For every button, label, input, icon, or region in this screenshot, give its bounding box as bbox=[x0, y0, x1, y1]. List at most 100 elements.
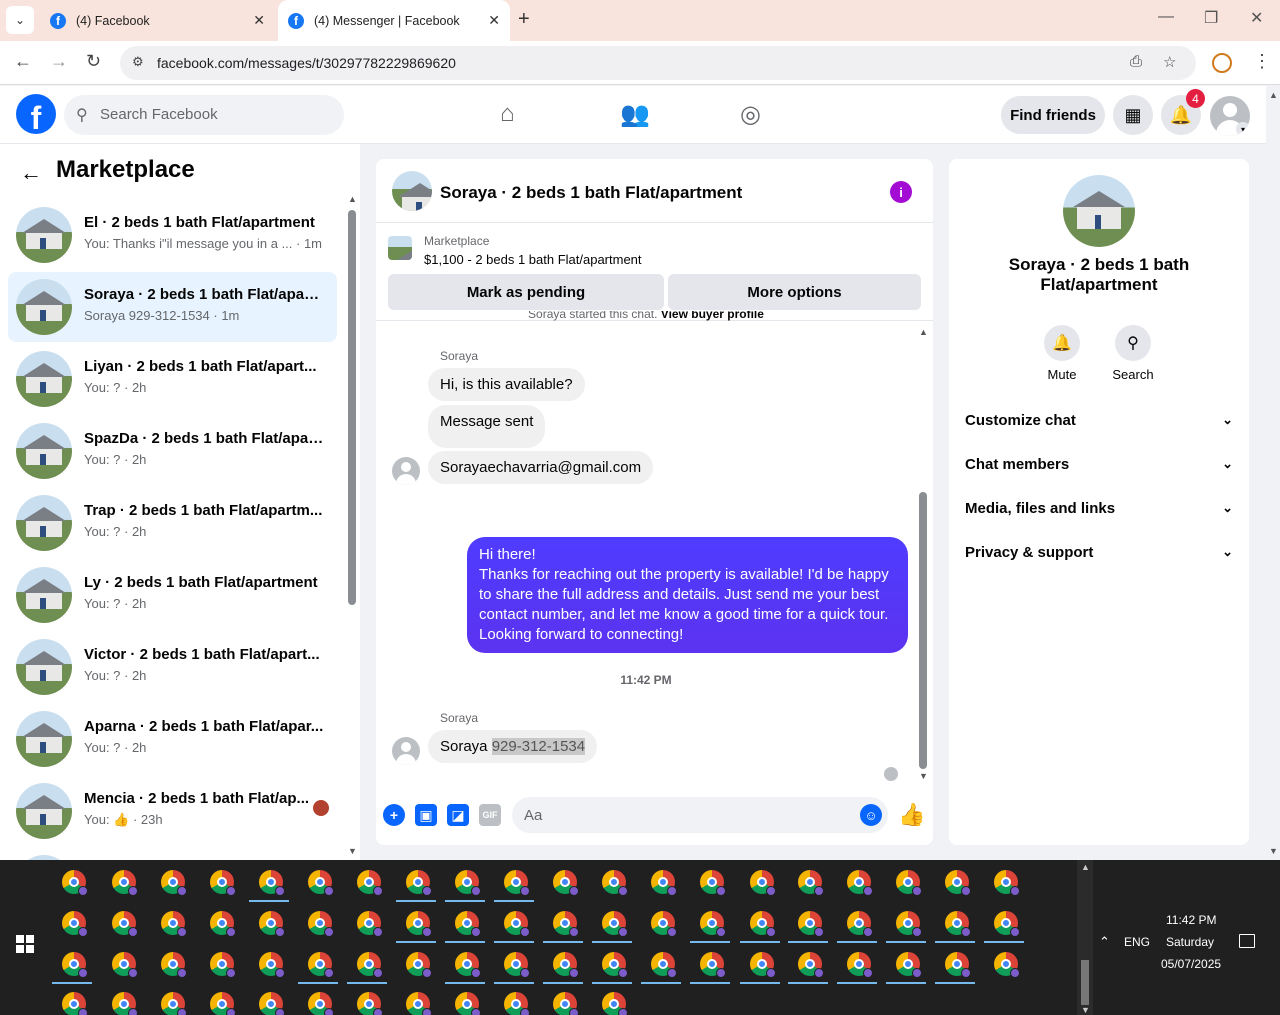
chrome-taskbar-icon[interactable] bbox=[259, 870, 285, 896]
chrome-taskbar-icon[interactable] bbox=[798, 870, 824, 896]
chrome-taskbar-icon[interactable] bbox=[210, 952, 236, 978]
chrome-taskbar-icon[interactable] bbox=[112, 992, 138, 1015]
chrome-taskbar-icon[interactable] bbox=[406, 952, 432, 978]
chrome-taskbar-icon[interactable] bbox=[210, 992, 236, 1015]
chrome-taskbar-icon[interactable] bbox=[651, 911, 677, 937]
conversation-item[interactable]: Ly · 2 beds 1 bath Flat/apartment You: ? … bbox=[8, 560, 337, 630]
chrome-taskbar-icon[interactable] bbox=[945, 952, 971, 978]
chrome-taskbar-icon[interactable] bbox=[357, 952, 383, 978]
chrome-taskbar-icon[interactable] bbox=[847, 911, 873, 937]
browser-tab-facebook[interactable]: f (4) Facebook ✕ bbox=[40, 0, 275, 41]
language-indicator[interactable]: ENG bbox=[1124, 935, 1150, 949]
chrome-taskbar-icon[interactable] bbox=[750, 870, 776, 896]
conversation-list-scrollbar[interactable]: ▲ ▼ bbox=[348, 194, 357, 856]
bookmark-star-icon[interactable]: ☆ bbox=[1163, 53, 1176, 71]
chrome-taskbar-icon[interactable] bbox=[308, 992, 334, 1015]
chrome-taskbar-icon[interactable] bbox=[504, 870, 530, 896]
close-window-icon[interactable]: ✕ bbox=[1250, 8, 1263, 28]
chrome-taskbar-icon[interactable] bbox=[210, 870, 236, 896]
conversation-item[interactable]: Aparna · 2 beds 1 bath Flat/apar... You: … bbox=[8, 704, 337, 774]
outgoing-message[interactable]: Hi there! Thanks for reaching out the pr… bbox=[467, 537, 908, 653]
account-avatar[interactable]: ▾ bbox=[1210, 96, 1250, 136]
clock-date[interactable]: 05/07/2025 bbox=[1161, 957, 1221, 971]
chrome-taskbar-icon[interactable] bbox=[504, 952, 530, 978]
forward-icon[interactable]: → bbox=[50, 51, 68, 72]
mute-button[interactable]: 🔔 Mute bbox=[1032, 325, 1092, 382]
customize-chat-section[interactable]: Customize chat ⌄ bbox=[965, 412, 1233, 436]
search-placeholder[interactable]: Search Facebook bbox=[100, 106, 218, 123]
restore-icon[interactable]: ❐ bbox=[1204, 8, 1218, 28]
chrome-taskbar-icon[interactable] bbox=[259, 952, 285, 978]
conversation-item[interactable]: El · 2 beds 1 bath Flat/apartment You: Th… bbox=[8, 200, 337, 270]
browser-menu-icon[interactable]: ⋮ bbox=[1253, 51, 1271, 72]
chrome-taskbar-icon[interactable] bbox=[602, 911, 628, 937]
phone-number-link[interactable]: 929-312-1534 bbox=[491, 738, 586, 755]
incoming-message[interactable]: Soraya 929-312-1534 bbox=[428, 730, 598, 763]
chrome-taskbar-icon[interactable] bbox=[161, 952, 187, 978]
tab-search-dropdown-icon[interactable]: ⌄ bbox=[6, 6, 34, 34]
incoming-message[interactable]: Sorayaechavarria@gmail.com bbox=[428, 451, 654, 484]
conversation-item[interactable]: Victor · 2 beds 1 bath Flat/apart... You:… bbox=[8, 632, 337, 702]
chrome-taskbar-icon[interactable] bbox=[161, 911, 187, 937]
chrome-taskbar-icon[interactable] bbox=[62, 870, 88, 896]
chrome-taskbar-icon[interactable] bbox=[406, 870, 432, 896]
action-center-icon[interactable] bbox=[1239, 934, 1255, 948]
view-buyer-profile-link[interactable]: View buyer profile bbox=[661, 311, 764, 321]
listing-photo[interactable] bbox=[1063, 175, 1135, 247]
info-icon[interactable]: i bbox=[890, 181, 912, 203]
facebook-search[interactable]: ⚲ Search Facebook bbox=[64, 95, 344, 135]
friends-icon[interactable]: 👥 bbox=[620, 100, 650, 129]
listing-price-title[interactable]: $1,100 - 2 beds 1 bath Flat/apartment bbox=[424, 252, 642, 267]
message-input[interactable]: Aa ☺ bbox=[512, 797, 888, 833]
chrome-taskbar-icon[interactable] bbox=[553, 952, 579, 978]
chrome-taskbar-icon[interactable] bbox=[62, 952, 88, 978]
chrome-taskbar-icon[interactable] bbox=[602, 952, 628, 978]
conversation-item[interactable]: Trap · 2 beds 1 bath Flat/apartm... You: … bbox=[8, 488, 337, 558]
chrome-taskbar-icon[interactable] bbox=[308, 952, 334, 978]
browser-tab-messenger[interactable]: f (4) Messenger | Facebook ✕ bbox=[278, 0, 510, 41]
chat-title[interactable]: Soraya · 2 beds 1 bath Flat/apartment bbox=[440, 183, 742, 203]
chrome-taskbar-icon[interactable] bbox=[210, 911, 236, 937]
tab-close-icon[interactable]: ✕ bbox=[253, 12, 265, 29]
conversation-item[interactable]: Mencia · 2 beds 1 bath Flat/ap... You: 👍 … bbox=[8, 776, 337, 846]
omnibox[interactable]: ⚙ facebook.com/messages/t/30297782229869… bbox=[120, 46, 1196, 80]
chrome-taskbar-icon[interactable] bbox=[357, 870, 383, 896]
home-icon[interactable]: ⌂ bbox=[500, 100, 515, 128]
chrome-taskbar-icon[interactable] bbox=[62, 911, 88, 937]
url-text[interactable]: facebook.com/messages/t/3029778222986962… bbox=[157, 55, 456, 71]
search-chat-button[interactable]: ⚲ Search bbox=[1103, 325, 1163, 382]
chrome-taskbar-icon[interactable] bbox=[945, 870, 971, 896]
plus-icon[interactable]: + bbox=[383, 804, 405, 826]
chrome-taskbar-icon[interactable] bbox=[406, 911, 432, 937]
chrome-taskbar-icon[interactable] bbox=[798, 911, 824, 937]
listing-small-thumbnail[interactable] bbox=[388, 236, 412, 260]
new-tab-icon[interactable]: + bbox=[518, 8, 530, 31]
thumbs-up-icon[interactable]: 👍 bbox=[898, 802, 925, 828]
listing-thumbnail[interactable] bbox=[392, 171, 432, 211]
chrome-taskbar-icon[interactable] bbox=[259, 992, 285, 1015]
more-options-button[interactable]: More options bbox=[668, 274, 921, 310]
chrome-taskbar-icon[interactable] bbox=[896, 911, 922, 937]
chrome-taskbar-icon[interactable] bbox=[994, 870, 1020, 896]
incoming-message[interactable]: Message sent bbox=[428, 405, 546, 448]
tab-close-icon[interactable]: ✕ bbox=[488, 12, 500, 29]
sticker-icon[interactable]: ◪ bbox=[447, 804, 469, 826]
conversation-item[interactable]: SpazDa · 2 beds 1 bath Flat/apar... You: … bbox=[8, 416, 337, 486]
chrome-taskbar-icon[interactable] bbox=[161, 992, 187, 1015]
chrome-taskbar-icon[interactable] bbox=[455, 992, 481, 1015]
chat-scrollbar[interactable]: ▲ ▼ bbox=[918, 327, 928, 781]
taskbar-scrollbar[interactable]: ▲ ▼ bbox=[1077, 860, 1093, 1015]
chrome-taskbar-icon[interactable] bbox=[455, 911, 481, 937]
chrome-taskbar-icon[interactable] bbox=[553, 870, 579, 896]
clock-time[interactable]: 11:42 PM bbox=[1166, 913, 1216, 927]
menu-grid-icon[interactable]: ▦ bbox=[1113, 95, 1153, 135]
conversation-item[interactable]: Soraya · 2 beds 1 bath Flat/apart... Sora… bbox=[8, 272, 337, 342]
chrome-taskbar-icon[interactable] bbox=[112, 952, 138, 978]
chrome-taskbar-icon[interactable] bbox=[602, 992, 628, 1015]
chrome-taskbar-icon[interactable] bbox=[994, 952, 1020, 978]
chrome-taskbar-icon[interactable] bbox=[553, 911, 579, 937]
chrome-taskbar-icon[interactable] bbox=[112, 911, 138, 937]
chrome-taskbar-icon[interactable] bbox=[750, 952, 776, 978]
emoji-icon[interactable]: ☺ bbox=[860, 804, 882, 826]
chrome-taskbar-icon[interactable] bbox=[750, 911, 776, 937]
